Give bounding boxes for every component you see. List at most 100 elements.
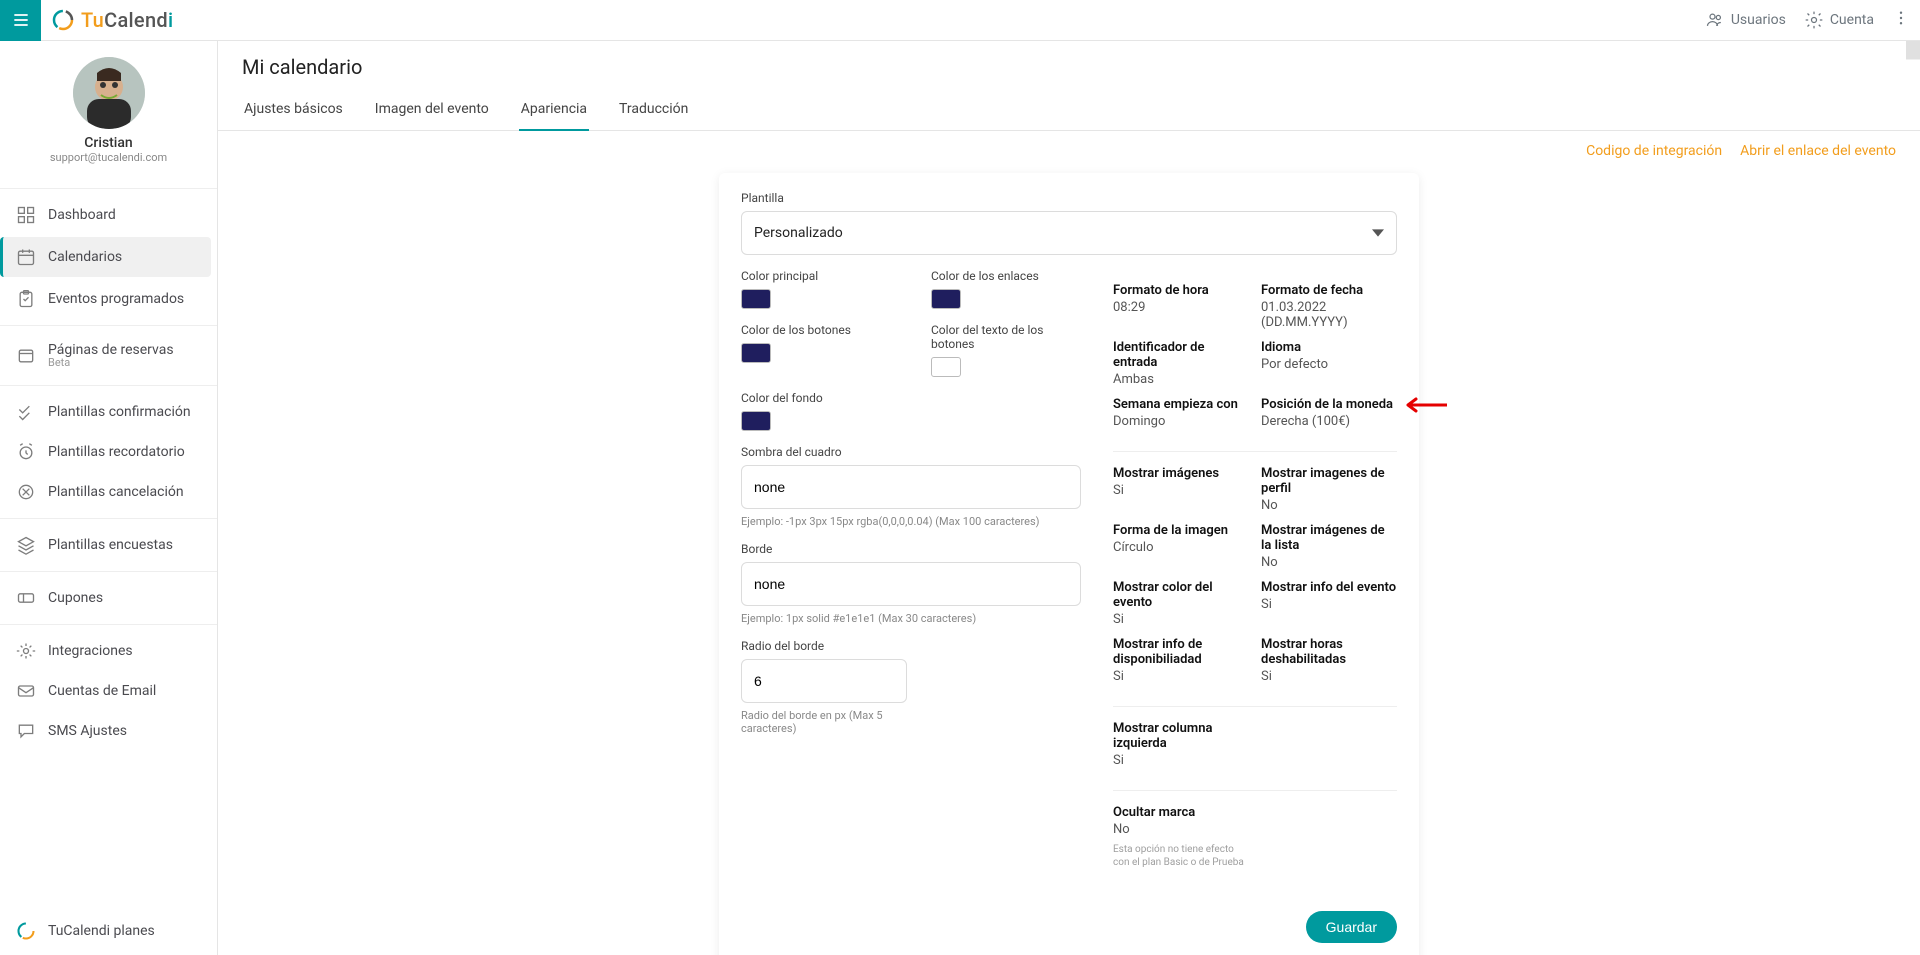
brand-logo[interactable]: TuCalendi (41, 8, 173, 32)
kv-key: Forma de la imagen (1113, 523, 1249, 538)
sidebar-item-survey-templates[interactable]: Plantillas encuestas (0, 525, 217, 565)
kv-value: No (1261, 555, 1397, 570)
color-btntext-label: Color del texto de los botones (931, 323, 1081, 351)
sidebar-footer-plans[interactable]: TuCalendi planes (0, 907, 217, 955)
sidebar-item-label: Plantillas cancelación (48, 484, 184, 500)
topbar-account-label: Cuenta (1830, 12, 1874, 28)
dashboard-icon (16, 205, 36, 225)
appearance-panel: Plantilla Personalizado Color principal (719, 173, 1419, 955)
sidebar-item-label: Eventos programados (48, 291, 184, 307)
tab-translation[interactable]: Traducción (617, 93, 690, 131)
gear-icon (16, 641, 36, 661)
kv-key: Semana empieza con (1113, 397, 1249, 412)
sidebar-item-label: Plantillas encuestas (48, 537, 173, 553)
sidebar-item-calendars[interactable]: Calendarios (0, 237, 211, 277)
profile-email: support@tucalendi.com (0, 151, 217, 164)
settings-section-leftcol[interactable]: Mostrar columna izquierdaSi (1113, 707, 1397, 791)
shadow-label: Sombra del cuadro (741, 445, 1081, 459)
kv-key: Formato de hora (1113, 283, 1249, 298)
sidebar-item-dashboard[interactable]: Dashboard (0, 195, 217, 235)
sidebar-item-label: SMS Ajustes (48, 723, 127, 739)
tab-event-image[interactable]: Imagen del evento (373, 93, 491, 131)
kv-key: Mostrar columna izquierda (1113, 721, 1249, 751)
color-btntext-swatch[interactable] (931, 357, 961, 377)
color-main-swatch[interactable] (741, 289, 771, 309)
hamburger-menu[interactable] (0, 0, 41, 41)
checkmarks-icon (16, 402, 36, 422)
radius-label: Radio del borde (741, 639, 1081, 653)
kv-value: Si (1261, 669, 1397, 684)
sidebar-item-sms-settings[interactable]: SMS Ajustes (0, 711, 217, 751)
color-links-label: Color de los enlaces (931, 269, 1081, 283)
avatar[interactable] (73, 57, 145, 129)
kv-value: Si (1261, 597, 1397, 612)
template-select[interactable]: Personalizado (741, 211, 1397, 255)
profile-name: Cristian (0, 135, 217, 151)
color-buttons-label: Color de los botones (741, 323, 891, 337)
sidebar-item-label: Cuentas de Email (48, 683, 156, 699)
color-bg-swatch[interactable] (741, 411, 771, 431)
kv-value: 08:29 (1113, 300, 1249, 315)
color-main-label: Color principal (741, 269, 891, 283)
open-event-link[interactable]: Abrir el enlace del evento (1740, 143, 1896, 159)
gear-icon (1804, 10, 1824, 30)
profile-block: Cristian support@tucalendi.com (0, 41, 217, 172)
chevron-down-icon (1372, 227, 1384, 239)
settings-section-format[interactable]: Formato de hora 08:29 Formato de fecha 01.… (1113, 269, 1397, 452)
kv-value: 01.03.2022 (DD.MM.YYYY) (1261, 300, 1397, 330)
tab-basic-settings[interactable]: Ajustes básicos (242, 93, 345, 131)
sidebar-item-integrations[interactable]: Integraciones (0, 631, 217, 671)
template-value: Personalizado (754, 225, 843, 241)
save-button[interactable]: Guardar (1306, 911, 1397, 943)
color-buttons-swatch[interactable] (741, 343, 771, 363)
template-label: Plantilla (741, 191, 1397, 205)
logo-icon (16, 921, 36, 941)
kv-value: Si (1113, 483, 1249, 498)
border-input[interactable] (741, 562, 1081, 606)
border-label: Borde (741, 542, 1081, 556)
shadow-input[interactable] (741, 465, 1081, 509)
integration-code-link[interactable]: Codigo de integración (1586, 143, 1722, 159)
calendar-icon (16, 247, 36, 267)
color-bg-label: Color del fondo (741, 391, 891, 405)
page-header: Mi calendario Ajustes básicos Imagen del… (218, 41, 1920, 131)
border-help: Ejemplo: 1px solid #e1e1e1 (Max 30 carac… (741, 612, 1081, 625)
cancel-icon (16, 482, 36, 502)
brand-note: Esta opción no tiene efecto con el plan … (1113, 843, 1249, 869)
sidebar-item-label: Integraciones (48, 643, 133, 659)
radius-input[interactable] (741, 659, 907, 703)
more-menu[interactable] (1892, 9, 1910, 31)
main-area: Mi calendario Ajustes básicos Imagen del… (218, 41, 1920, 955)
kv-key: Mostrar info del evento (1261, 580, 1397, 595)
sidebar-item-coupons[interactable]: Cupones (0, 578, 217, 618)
kv-value: Círculo (1113, 540, 1249, 555)
topbar-users-label: Usuarios (1731, 12, 1786, 28)
radius-help: Radio del borde en px (Max 5 caracteres) (741, 709, 891, 735)
kv-key: Ocultar marca (1113, 805, 1249, 820)
sidebar-item-label: Dashboard (48, 207, 116, 223)
sidebar-item-reminder-templates[interactable]: Plantillas recordatorio (0, 432, 217, 472)
sidebar-item-cancel-templates[interactable]: Plantillas cancelación (0, 472, 217, 512)
kv-value: Si (1113, 612, 1249, 627)
kv-value: No (1113, 822, 1249, 837)
sidebar-item-scheduled-events[interactable]: Eventos programados (0, 279, 217, 319)
tab-appearance[interactable]: Apariencia (519, 93, 589, 131)
kv-key: Identificador de entrada (1113, 340, 1249, 370)
kv-key: Formato de fecha (1261, 283, 1397, 298)
sidebar-item-label: Plantillas recordatorio (48, 444, 185, 460)
sidebar-item-email-accounts[interactable]: Cuentas de Email (0, 671, 217, 711)
users-icon (1705, 10, 1725, 30)
topbar-account[interactable]: Cuenta (1804, 10, 1874, 30)
sidebar-item-label: Plantillas confirmación (48, 404, 191, 420)
topbar-users[interactable]: Usuarios (1705, 10, 1786, 30)
settings-section-brand[interactable]: Ocultar marca No Esta opción no tiene ef… (1113, 791, 1397, 891)
kv-value: Derecha (100€) (1261, 414, 1397, 429)
page-title: Mi calendario (242, 55, 1896, 79)
kv-key: Mostrar imagenes de perfil (1261, 466, 1397, 496)
sidebar-item-label: Calendarios (48, 249, 122, 265)
brand-name: TuCalendi (81, 8, 173, 32)
sidebar-item-booking-pages[interactable]: Páginas de reservas Beta (0, 332, 217, 379)
color-links-swatch[interactable] (931, 289, 961, 309)
sidebar-item-confirm-templates[interactable]: Plantillas confirmación (0, 392, 217, 432)
settings-section-display[interactable]: Mostrar imágenesSi Mostrar imagenes de p… (1113, 452, 1397, 707)
